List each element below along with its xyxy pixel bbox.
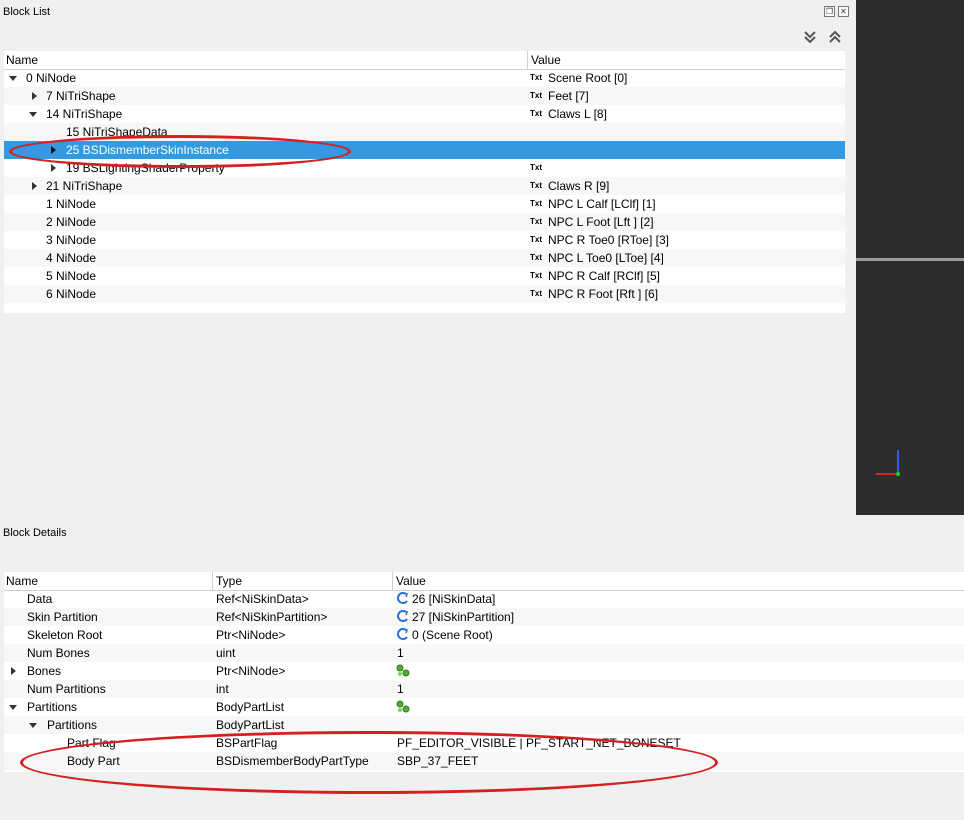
expand-arrow-icon[interactable] (9, 76, 17, 81)
array-edit-icon[interactable] (396, 700, 410, 713)
collapsed-arrow-icon[interactable] (11, 667, 16, 675)
detail-row[interactable]: Part Flag BSPartFlag PF_EDITOR_VISIBLE |… (4, 734, 964, 752)
block-list-header: Name Value (4, 51, 845, 70)
text-type-icon: Txt (530, 235, 542, 244)
text-type-icon: Txt (530, 181, 542, 190)
detail-row[interactable]: Partitions BodyPartList (4, 698, 964, 716)
expand-all-icon[interactable] (802, 29, 818, 45)
text-type-icon: Txt (530, 253, 542, 262)
detail-row[interactable]: Num Partitions int 1 (4, 680, 964, 698)
detail-row[interactable]: Partitions BodyPartList (4, 716, 964, 734)
detail-row[interactable]: Body Part BSDismemberBodyPartType SBP_37… (4, 752, 964, 770)
collapse-all-icon[interactable] (827, 29, 843, 45)
column-name-header[interactable]: Name (6, 53, 38, 67)
block-list-title: Block List (3, 6, 51, 18)
column-name-header[interactable]: Name (6, 574, 38, 588)
text-type-icon: Txt (530, 289, 542, 298)
axis-gizmo-icon (876, 450, 900, 476)
expand-arrow-icon[interactable] (9, 705, 17, 710)
detail-row[interactable]: Bones Ptr<NiNode> (4, 662, 964, 680)
tree-row[interactable]: 3 NiNode Txt NPC R Toe0 [RToe] [3] (4, 231, 845, 249)
text-type-icon: Txt (530, 217, 542, 226)
collapsed-arrow-icon[interactable] (32, 92, 37, 100)
expand-arrow-icon[interactable] (29, 723, 37, 728)
column-type-header[interactable]: Type (216, 574, 242, 588)
block-list-tree[interactable]: Name Value 0 NiNode Txt Scene Root [0] 7… (4, 51, 845, 313)
tree-row[interactable]: 0 NiNode Txt Scene Root [0] (4, 69, 845, 87)
text-type-icon: Txt (530, 73, 542, 82)
float-icon[interactable]: ❐ (824, 6, 835, 17)
reference-link-icon[interactable] (397, 592, 409, 605)
tree-row[interactable]: 15 NiTriShapeData (4, 123, 845, 141)
tree-row[interactable]: 19 BSLightingShaderProperty Txt (4, 159, 845, 177)
tree-row[interactable]: 14 NiTriShape Txt Claws L [8] (4, 105, 845, 123)
tree-row[interactable]: 4 NiNode Txt NPC L Toe0 [LToe] [4] (4, 249, 845, 267)
tree-row[interactable]: 5 NiNode Txt NPC R Calf [RClf] [5] (4, 267, 845, 285)
collapsed-arrow-icon[interactable] (51, 164, 56, 172)
text-type-icon: Txt (530, 109, 542, 118)
text-type-icon: Txt (530, 271, 542, 280)
block-details-tree[interactable]: Name Type Value Data Ref<NiSkinData> 26 … (4, 572, 964, 772)
text-type-icon: Txt (530, 163, 542, 172)
detail-row[interactable]: Skeleton Root Ptr<NiNode> 0 (Scene Root) (4, 626, 964, 644)
tree-row[interactable]: 6 NiNode Txt NPC R Foot [Rft ] [6] (4, 285, 845, 303)
viewport-divider (856, 258, 964, 261)
reference-link-icon[interactable] (397, 610, 409, 623)
block-details-title: Block Details (3, 527, 67, 539)
text-type-icon: Txt (530, 91, 542, 100)
detail-row[interactable]: Data Ref<NiSkinData> 26 [NiSkinData] (4, 590, 964, 608)
render-viewport[interactable] (856, 0, 964, 515)
expand-arrow-icon[interactable] (29, 112, 37, 117)
tree-row[interactable]: 1 NiNode Txt NPC L Calf [LClf] [1] (4, 195, 845, 213)
detail-row[interactable]: Skin Partition Ref<NiSkinPartition> 27 [… (4, 608, 964, 626)
tree-row[interactable]: 2 NiNode Txt NPC L Foot [Lft ] [2] (4, 213, 845, 231)
detail-row[interactable]: Num Bones uint 1 (4, 644, 964, 662)
collapsed-arrow-icon[interactable] (51, 146, 56, 154)
collapsed-arrow-icon[interactable] (32, 182, 37, 190)
tree-row[interactable]: 21 NiTriShape Txt Claws R [9] (4, 177, 845, 195)
text-type-icon: Txt (530, 199, 542, 208)
array-edit-icon[interactable] (396, 664, 410, 677)
tree-row-selected[interactable]: 25 BSDismemberSkinInstance (4, 141, 845, 159)
column-value-header[interactable]: Value (531, 53, 561, 67)
block-details-header: Name Type Value (4, 572, 964, 591)
tree-row[interactable]: 7 NiTriShape Txt Feet [7] (4, 87, 845, 105)
pointer-link-icon[interactable] (397, 628, 409, 641)
close-icon[interactable]: ✕ (838, 6, 849, 17)
column-value-header[interactable]: Value (396, 574, 426, 588)
